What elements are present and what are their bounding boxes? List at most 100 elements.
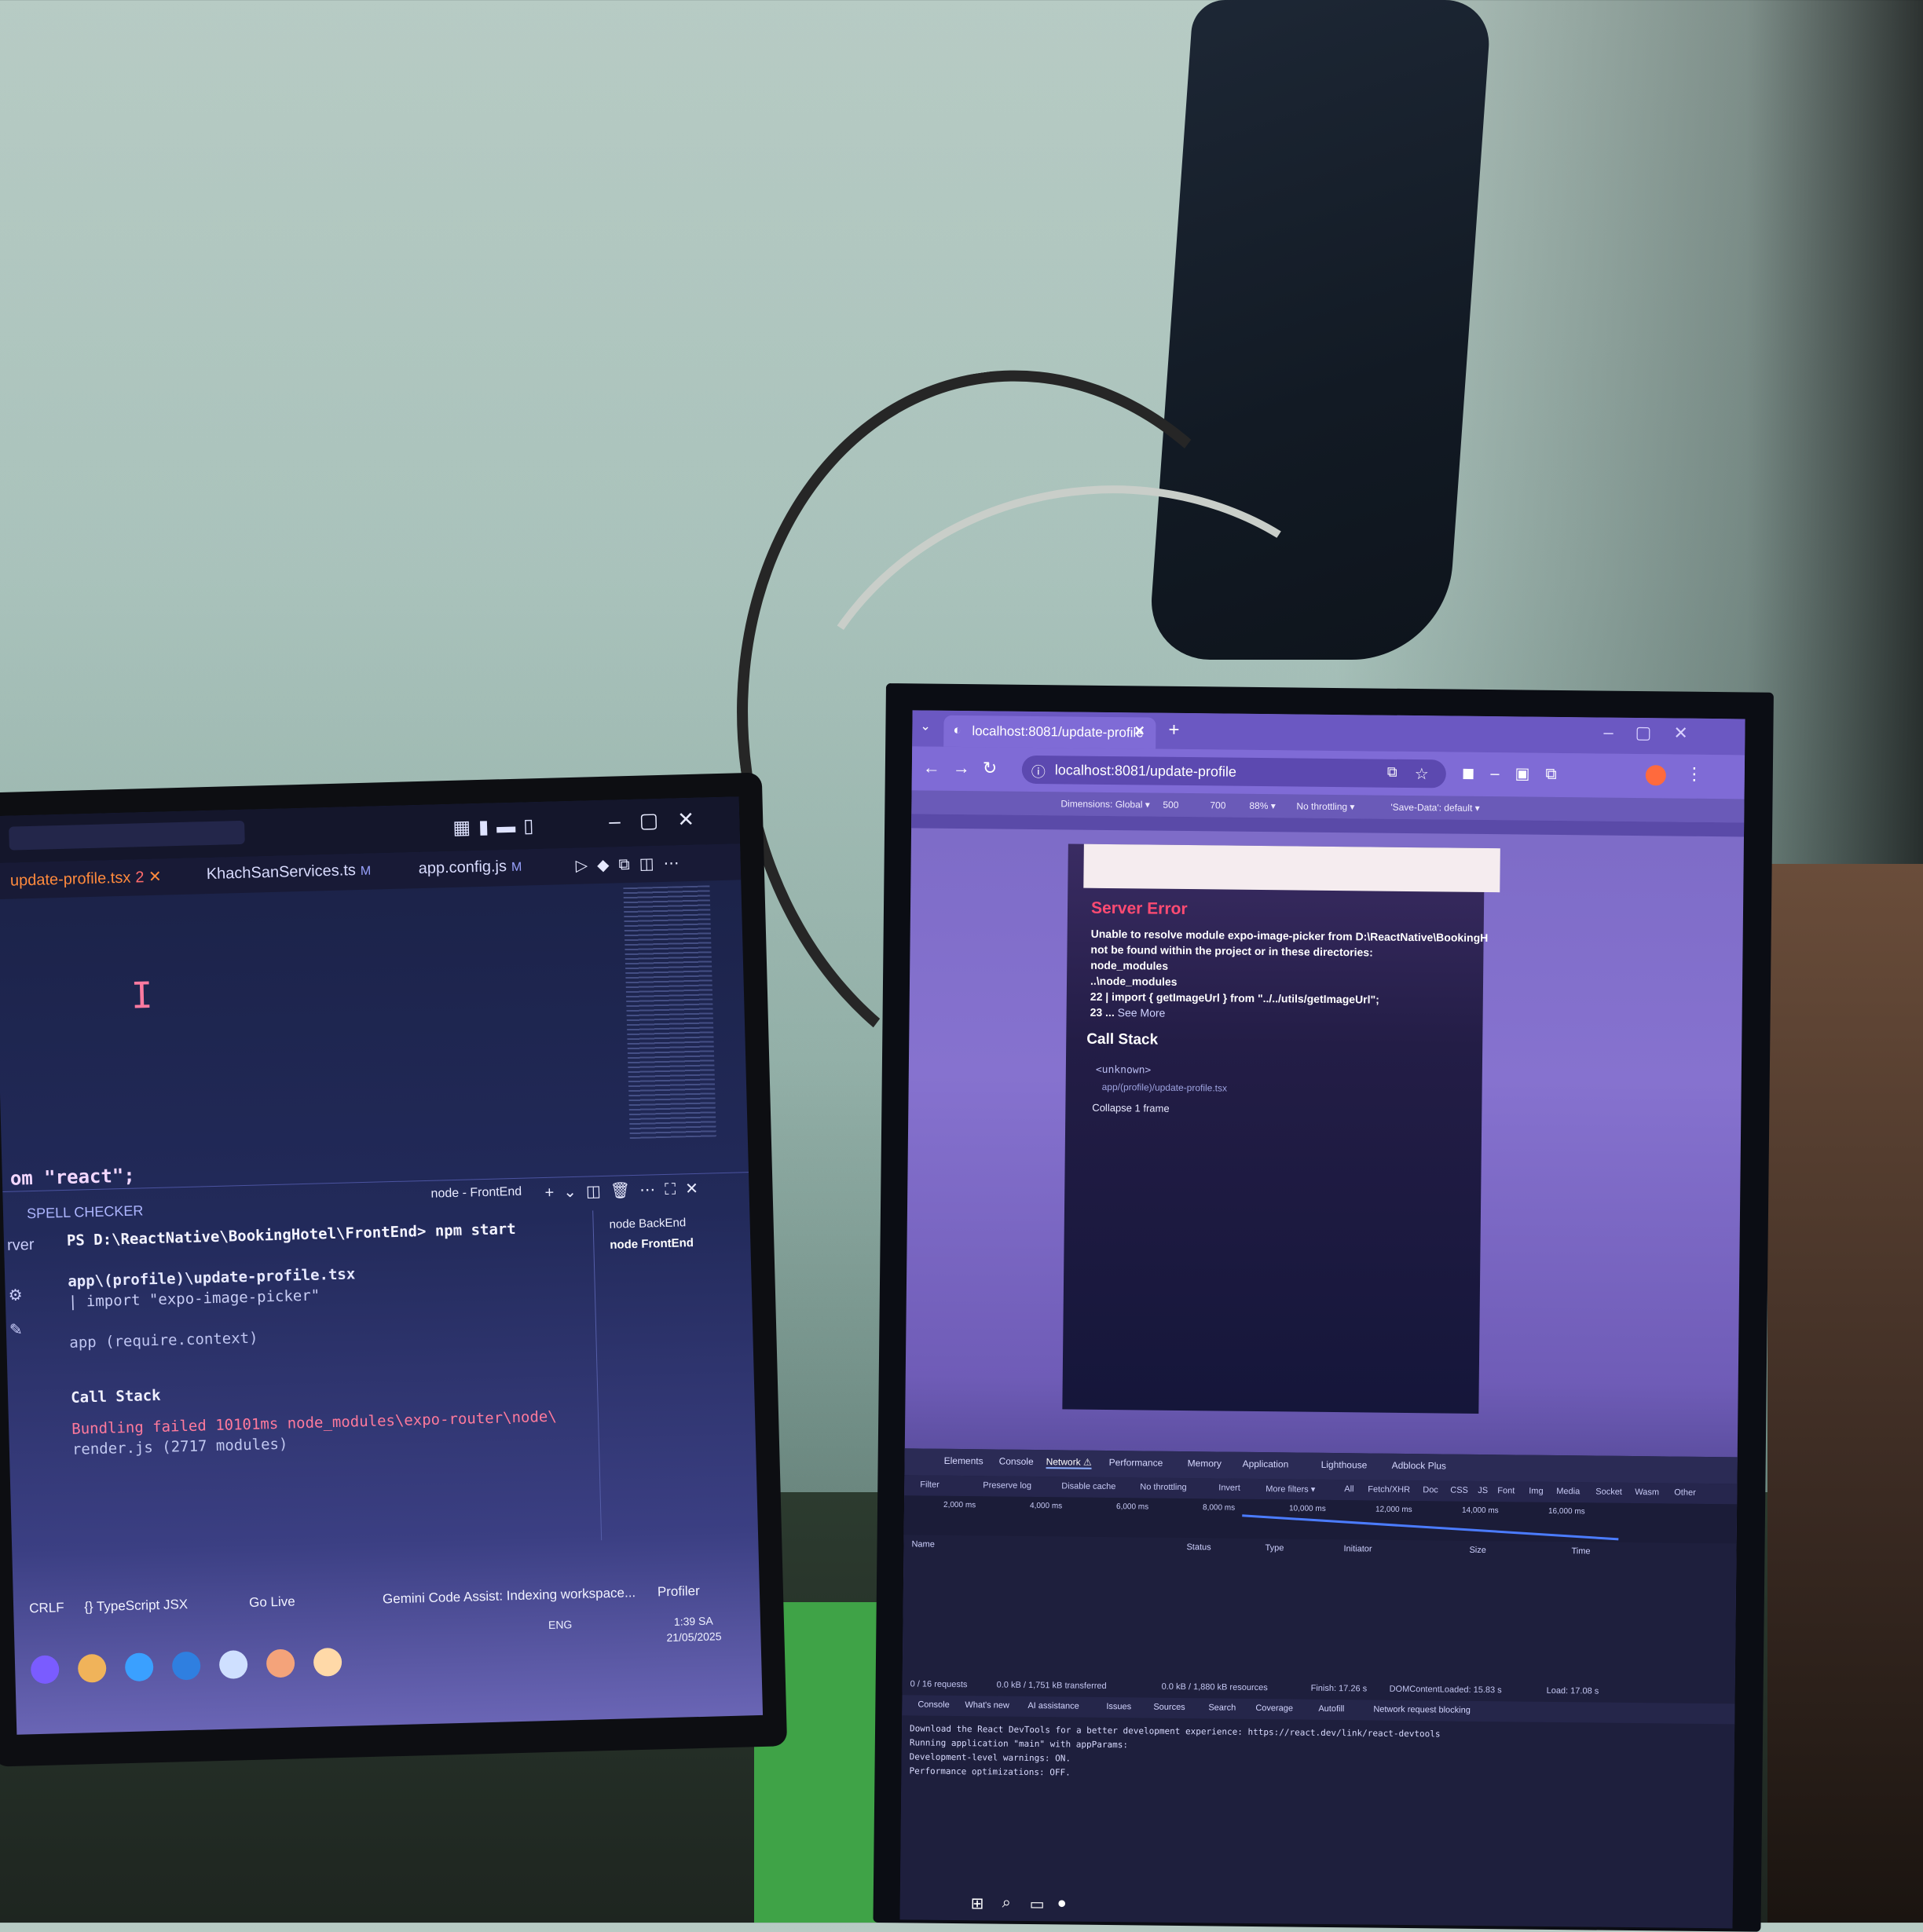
tab-adblock[interactable]: Adblock Plus (1392, 1460, 1447, 1472)
eol-status[interactable]: CRLF (29, 1600, 64, 1616)
see-more-link[interactable]: See More (1118, 1006, 1166, 1019)
tab-update-profile[interactable]: update-profile.tsx 2 ✕ (10, 867, 162, 891)
stack-frame-fn[interactable]: <unknown> (1096, 1064, 1152, 1077)
throttle-select[interactable]: No throttling ▾ (1296, 800, 1354, 812)
site-info-icon[interactable]: ⓘ (1031, 761, 1046, 781)
close-tab-icon[interactable]: ✕ (1134, 723, 1145, 739)
app-icon[interactable] (266, 1648, 295, 1678)
taskview-icon[interactable]: ▭ (1030, 1894, 1045, 1914)
col-name[interactable]: Name (911, 1539, 934, 1549)
bookmark-star-icon[interactable]: ☆ (1415, 764, 1429, 784)
tab-lighthouse[interactable]: Lighthouse (1321, 1459, 1368, 1471)
tab-khachsanservices[interactable]: KhachSanServices.ts M (207, 862, 372, 884)
edge-icon[interactable] (124, 1652, 154, 1682)
restore-icon[interactable]: ▢ (639, 808, 658, 832)
disable-cache-checkbox[interactable]: Disable cache (1061, 1481, 1115, 1491)
drawer-tab-autofill[interactable]: Autofill (1318, 1704, 1344, 1714)
zoom-select[interactable]: 88% ▾ (1249, 800, 1276, 811)
new-tab-icon[interactable]: + (1168, 719, 1179, 741)
app-icon[interactable] (30, 1655, 60, 1685)
gear-icon[interactable]: ⚙ (8, 1285, 23, 1304)
address-bar[interactable]: ⓘ localhost:8081/update-profile ⧉ ☆ (1021, 755, 1447, 789)
filter-wasm[interactable]: Wasm (1635, 1487, 1659, 1497)
tab-network[interactable]: Network ⚠ (1046, 1456, 1092, 1469)
width-input[interactable]: 500 (1163, 800, 1178, 810)
filter-all[interactable]: All (1344, 1484, 1353, 1494)
nav-buttons[interactable]: ←→↻ (923, 757, 1010, 778)
editor-actions[interactable]: ▷◆⧉◫⋯ (575, 853, 689, 876)
save-data-select[interactable]: 'Save-Data': default ▾ (1390, 802, 1479, 814)
invert-checkbox[interactable]: Invert (1218, 1483, 1240, 1492)
filter-img[interactable]: Img (1529, 1487, 1543, 1496)
col-type[interactable]: Type (1265, 1543, 1284, 1553)
height-input[interactable]: 700 (1210, 800, 1225, 810)
session-frontend[interactable]: node FrontEnd (610, 1236, 694, 1252)
stack-frame-file[interactable]: app/(profile)/update-profile.tsx (1102, 1081, 1228, 1094)
filter-media[interactable]: Media (1556, 1487, 1580, 1496)
filter-css[interactable]: CSS (1450, 1486, 1468, 1495)
layout-icons[interactable]: ▦▮▬▯ (452, 814, 542, 840)
filter-input[interactable]: Filter (920, 1480, 940, 1490)
window-controls[interactable]: –▢✕ (1603, 723, 1710, 744)
browser-tab[interactable]: ◐ localhost:8081/update-profile ✕ (943, 715, 1156, 749)
drawer-tab-coverage[interactable]: Coverage (1255, 1703, 1293, 1713)
window-controls[interactable]: –▢ ✕ (590, 807, 695, 834)
terminal-actions[interactable]: +⌄◫🗑⋯⛶✕ (544, 1179, 708, 1202)
drawer-tab-whats-new[interactable]: What's new (965, 1700, 1009, 1711)
close-icon[interactable]: ✕ (677, 807, 695, 832)
minimize-icon[interactable]: – (609, 809, 621, 832)
panel-label[interactable]: SPELL CHECKER (27, 1202, 144, 1222)
drawer-tab-console[interactable]: Console (918, 1700, 949, 1709)
app-icon[interactable]: ● (1057, 1894, 1067, 1912)
drawer-tab-blocking[interactable]: Network request blocking (1373, 1705, 1471, 1715)
extension-icons[interactable]: ◼–▣⧉ (1462, 763, 1573, 784)
search-icon[interactable]: ⌕ (1002, 1894, 1011, 1912)
throttle-select[interactable]: No throttling (1140, 1482, 1186, 1492)
more-filters[interactable]: More filters ▾ (1266, 1484, 1315, 1495)
translate-icon[interactable]: ⧉ (1387, 764, 1397, 781)
command-search[interactable] (9, 820, 245, 851)
language-status[interactable]: {} TypeScript JSX (84, 1597, 188, 1615)
filter-fetch[interactable]: Fetch/XHR (1368, 1484, 1410, 1495)
tab-elements[interactable]: Elements (944, 1455, 983, 1467)
tab-search-icon[interactable]: ⌄ (920, 718, 931, 734)
col-initiator[interactable]: Initiator (1343, 1544, 1372, 1553)
preserve-log-checkbox[interactable]: Preserve log (983, 1480, 1031, 1491)
tab-application[interactable]: Application (1243, 1458, 1289, 1470)
profile-avatar[interactable] (1645, 765, 1666, 786)
drawer-tab-search[interactable]: Search (1208, 1703, 1236, 1712)
col-time[interactable]: Time (1571, 1546, 1590, 1556)
golive-button[interactable]: Go Live (249, 1594, 295, 1611)
filter-font[interactable]: Font (1497, 1486, 1515, 1495)
brush-icon[interactable]: ✎ (9, 1319, 23, 1339)
tab-performance[interactable]: Performance (1109, 1457, 1163, 1469)
terminal[interactable]: PS D:\ReactNative\BookingHotel\FrontEnd>… (50, 1210, 601, 1554)
col-size[interactable]: Size (1469, 1546, 1486, 1555)
language-indicator[interactable]: ENG (548, 1618, 573, 1631)
tab-console[interactable]: Console (999, 1456, 1034, 1467)
terminal-tab[interactable]: node - FrontEnd (430, 1185, 522, 1202)
tab-app-config[interactable]: app.config.js M (418, 858, 522, 878)
filter-doc[interactable]: Doc (1423, 1485, 1438, 1495)
filter-socket[interactable]: Socket (1595, 1487, 1622, 1497)
col-status[interactable]: Status (1186, 1542, 1211, 1552)
drawer-tab-ai[interactable]: AI assistance (1027, 1701, 1079, 1711)
vscode-icon[interactable] (171, 1651, 201, 1681)
editor-area[interactable]: I (0, 883, 630, 1158)
session-backend[interactable]: node BackEnd (609, 1216, 686, 1231)
gemini-status[interactable]: Gemini Code Assist: Indexing workspace..… (383, 1585, 636, 1607)
start-icon[interactable]: ⊞ (971, 1894, 984, 1913)
filter-js[interactable]: JS (1478, 1486, 1488, 1495)
menu-icon[interactable]: ⋮ (1686, 764, 1703, 785)
filter-other[interactable]: Other (1674, 1488, 1696, 1498)
drawer-tab-issues[interactable]: Issues (1106, 1702, 1131, 1711)
profiler-status[interactable]: Profiler (657, 1583, 700, 1600)
collapse-frames-button[interactable]: Collapse 1 frame (1092, 1102, 1169, 1114)
drawer-tab-sources[interactable]: Sources (1153, 1703, 1185, 1712)
app-icon[interactable] (218, 1650, 248, 1680)
system-tray[interactable]: ENG 1:39 SA 21/05/2025 (548, 1615, 722, 1645)
console-output[interactable]: Download the React DevTools for a better… (908, 1723, 1727, 1889)
dimensions-select[interactable]: Dimensions: Global ▾ (1060, 798, 1150, 810)
app-icon[interactable] (77, 1653, 107, 1683)
minimap[interactable] (623, 885, 716, 1140)
